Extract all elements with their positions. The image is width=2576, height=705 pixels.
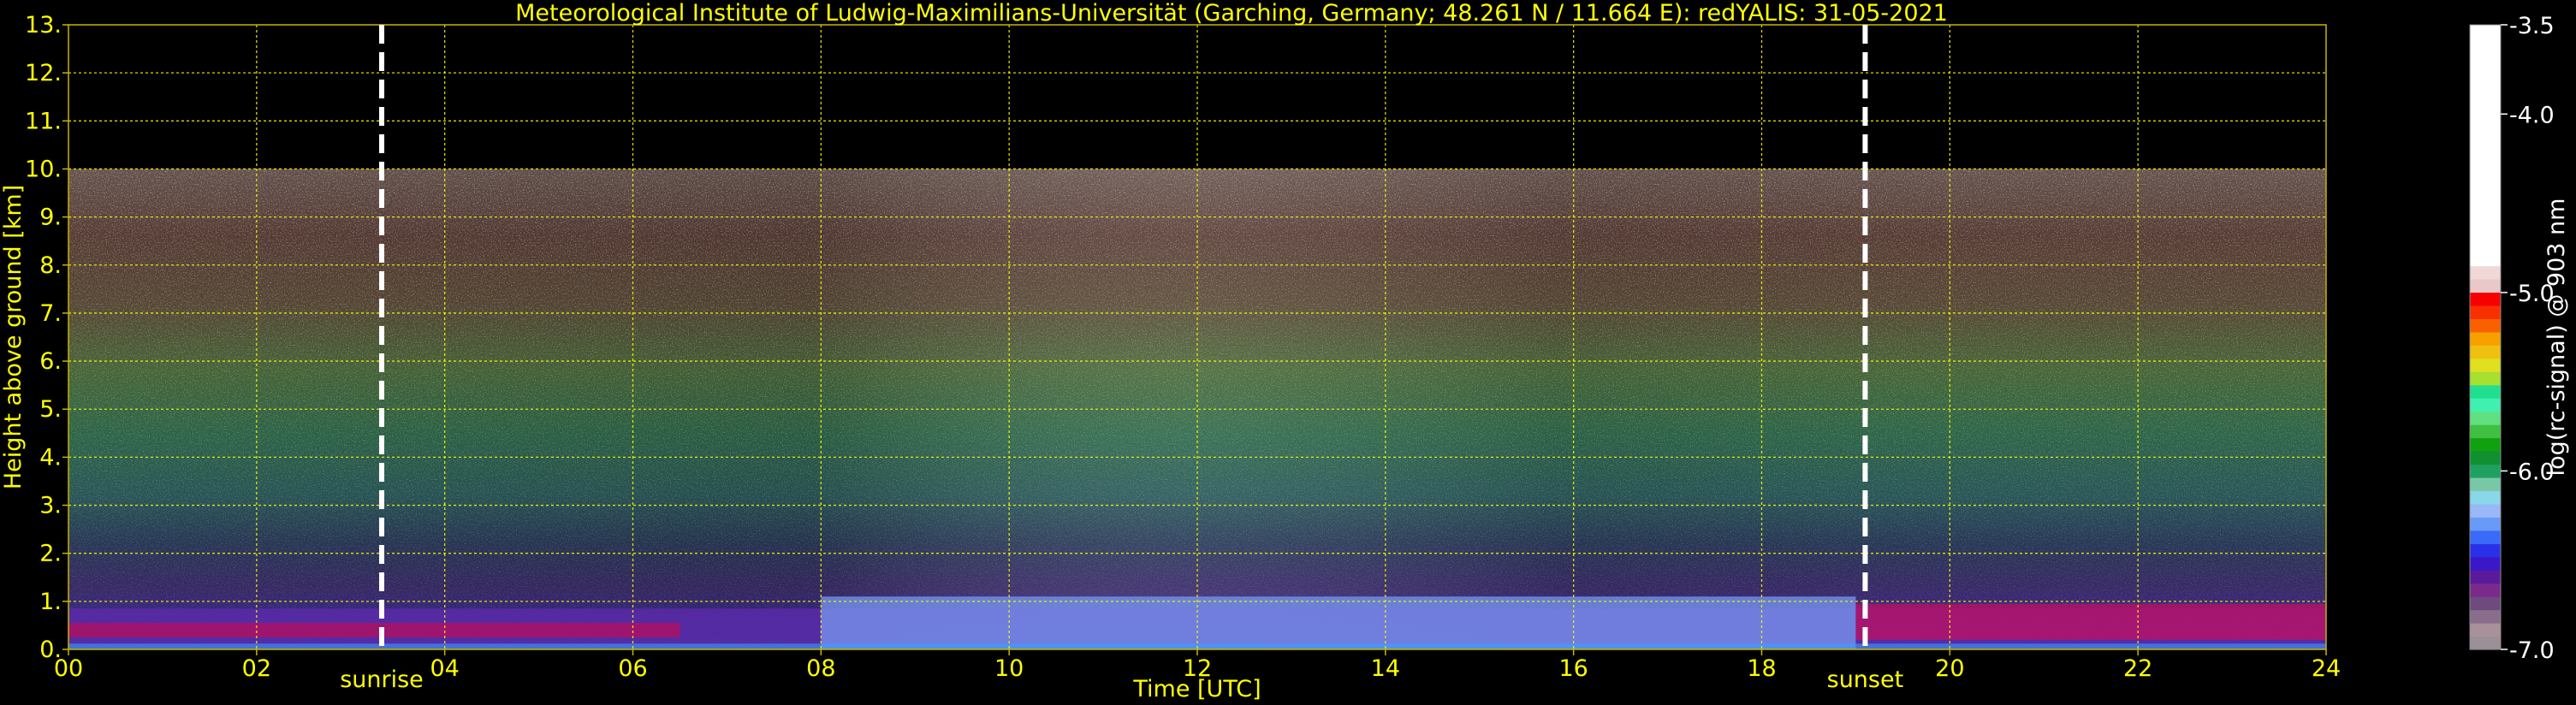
daytime-boundary-layer (821, 596, 1856, 649)
y-tick-label: 2. (39, 541, 62, 567)
colorbar-band (2470, 556, 2501, 571)
colorbar-band (2470, 345, 2501, 359)
colorbar-band (2470, 331, 2501, 346)
y-tick-label: 7. (39, 300, 62, 327)
x-tick-label: 16 (1558, 655, 1588, 682)
colorbar-band (2470, 424, 2501, 439)
colorbar-band (2470, 636, 2501, 650)
sunset-label: sunset (1827, 666, 1904, 693)
x-tick-label: 08 (806, 655, 835, 682)
colorbar-band (2470, 503, 2501, 518)
lidar-chart: 00 02 04 06 08 10 12 14 16 18 20 22 240.1.2.3.4.5.6.… (0, 0, 2570, 702)
x-tick-label: 24 (2312, 655, 2341, 682)
colorbar-band (2470, 318, 2501, 333)
colorbar-band (2470, 583, 2501, 597)
y-tick-label: 8. (39, 252, 62, 279)
night-layer-morning (68, 623, 680, 637)
y-tick-label: 9. (39, 204, 62, 231)
y-tick-label: 6. (39, 348, 62, 375)
colorbar-band (2470, 477, 2501, 492)
y-tick-label: 11. (25, 108, 62, 134)
colorbar-band (2470, 490, 2501, 505)
sunrise-label: sunrise (340, 666, 424, 693)
y-tick-label: 12. (25, 60, 62, 86)
night-layer-evening (1855, 603, 2326, 640)
colorbar-band (2470, 570, 2501, 584)
y-tick-label: 5. (39, 396, 62, 423)
y-tick-label: 3. (39, 493, 62, 519)
x-tick-label: 10 (994, 655, 1024, 682)
colorbar-label: log(rc-signal) @ 903 nm (2543, 198, 2570, 477)
colorbar-band (2470, 609, 2501, 624)
colorbar-band (2470, 543, 2501, 558)
x-axis-label: Time [UTC] (1132, 676, 1261, 702)
colorbar-band (2470, 517, 2501, 531)
colorbar-band (2470, 530, 2501, 544)
y-tick-label: 13. (25, 12, 62, 39)
colorbar-tick-label: -7.0 (2509, 637, 2555, 664)
x-tick-label: 18 (1747, 655, 1776, 682)
colorbar-band (2470, 371, 2501, 386)
x-tick-label: 14 (1371, 655, 1400, 682)
colorbar-band (2470, 292, 2501, 306)
y-tick-label: 10. (25, 156, 62, 182)
x-tick-label: 22 (2123, 655, 2152, 682)
colorbar-band (2470, 265, 2501, 280)
colorbar-band (2470, 25, 2501, 267)
colorbar-tick-label: -4.0 (2509, 102, 2555, 128)
x-tick-label: 06 (618, 655, 647, 682)
x-tick-label: 02 (242, 655, 271, 682)
colorbar-band (2470, 623, 2501, 637)
colorbar-band (2470, 358, 2501, 372)
colorbar-band (2470, 279, 2501, 293)
colorbar-band (2470, 596, 2501, 611)
x-tick-label: 20 (1935, 655, 1964, 682)
colorbar-band (2470, 305, 2501, 320)
y-tick-label: 1. (39, 589, 62, 615)
y-tick-label: 0. (39, 637, 62, 663)
colorbar-band (2470, 437, 2501, 452)
colorbar-band (2470, 451, 2501, 465)
y-tick-label: 4. (39, 444, 62, 471)
colorbar-band (2470, 384, 2501, 399)
colorbar-band (2470, 411, 2501, 425)
colorbar-tick-label: -3.5 (2509, 13, 2555, 39)
x-tick-label: 04 (430, 655, 459, 682)
colorbar-band (2470, 398, 2501, 412)
chart-title: Meteorological Institute of Ludwig-Maxim… (515, 0, 1948, 27)
y-axis-label: Height above ground [km] (0, 185, 27, 489)
colorbar-band (2470, 464, 2501, 478)
